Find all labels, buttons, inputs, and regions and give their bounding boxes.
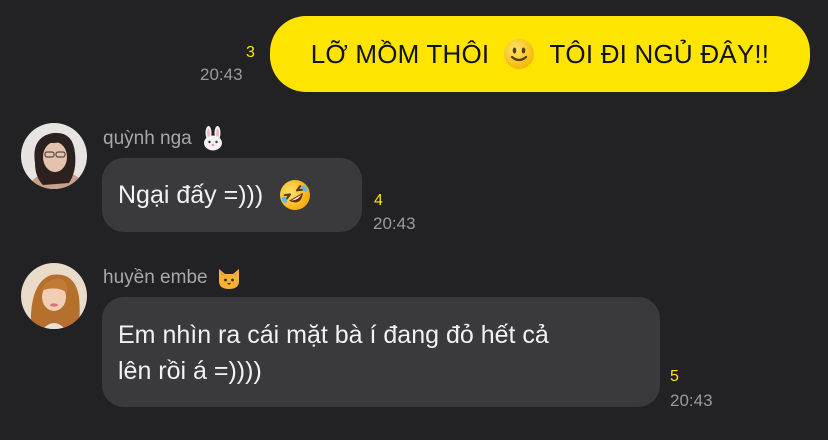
message-text: TÔI ĐI NGỦ ĐÂY!!: [549, 38, 770, 69]
message-text-line: Em nhìn ra cái mặt bà í đang đỏ hết cả: [118, 321, 549, 349]
unread-count: 5: [670, 368, 679, 385]
rabbit-face-icon: [200, 126, 226, 152]
sender-name-text: huyền embe: [103, 267, 208, 288]
outgoing-message-bubble[interactable]: LỠ MỒM THÔI TÔI ĐI NGỦ ĐÂY!!: [270, 16, 810, 92]
avatar[interactable]: [21, 263, 87, 329]
incoming-message-bubble[interactable]: Em nhìn ra cái mặt bà í đang đỏ hết cả l…: [102, 297, 660, 407]
message-text: Ngại đấy =))): [118, 180, 264, 209]
message-text: LỠ MỒM THÔI: [310, 38, 490, 69]
message-time: 20:43: [373, 214, 416, 233]
slightly-smiling-face-icon: [503, 38, 535, 70]
incoming-message-bubble[interactable]: Ngại đấy =))): [102, 158, 362, 232]
cat-face-icon: [216, 265, 242, 291]
unread-count: 4: [374, 192, 383, 209]
message-time: 20:43: [200, 65, 243, 84]
message-text-line: lên rồi á =)))): [118, 357, 262, 385]
message-time: 20:43: [670, 391, 713, 410]
unread-count: 3: [246, 44, 255, 61]
rolling-on-floor-laughing-icon: [277, 177, 313, 213]
sender-name: quỳnh nga: [103, 126, 226, 152]
avatar[interactable]: [21, 123, 87, 189]
sender-name: huyền embe: [103, 265, 242, 291]
sender-name-text: quỳnh nga: [103, 128, 192, 149]
